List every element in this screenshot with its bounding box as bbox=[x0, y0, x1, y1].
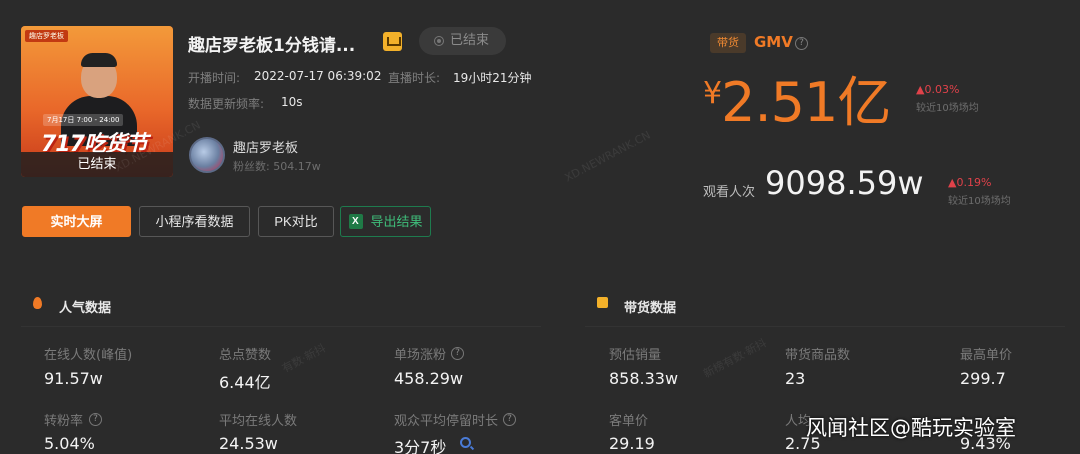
help-icon[interactable]: ? bbox=[89, 413, 102, 426]
export-results-label: 导出结果 bbox=[370, 214, 423, 229]
currency-symbol: ¥ bbox=[703, 76, 722, 111]
avg-order-value: 29.19 bbox=[609, 434, 655, 453]
conversion-rate-value: 5.04% bbox=[44, 434, 95, 453]
fans-gain-value: 458.29w bbox=[394, 369, 464, 388]
export-results-button[interactable]: 导出结果 bbox=[340, 206, 431, 237]
viewers-label: 观看人次 bbox=[703, 185, 756, 200]
status-dot-icon bbox=[434, 36, 444, 46]
credit-watermark: 风闻社区@酷玩实验室 bbox=[806, 416, 1016, 440]
peak-online-label: 在线人数(峰值) bbox=[44, 348, 133, 363]
duration-value: 19小时21分钟 bbox=[453, 71, 532, 85]
flame-icon bbox=[33, 297, 42, 309]
est-sales-label: 预估销量 bbox=[609, 348, 662, 363]
conversion-rate-label: 转粉率 bbox=[44, 414, 84, 429]
gmv-value: ¥2.51亿 bbox=[703, 58, 891, 137]
sales-section-title: 带货数据 bbox=[624, 301, 677, 316]
product-count-label: 带货商品数 bbox=[785, 348, 851, 363]
live-status-text: 已结束 bbox=[450, 33, 490, 48]
est-sales-value: 858.33w bbox=[609, 369, 679, 388]
total-likes-value: 6.44亿 bbox=[219, 373, 271, 392]
watermark: 有数·新抖 bbox=[279, 341, 329, 376]
shopping-bag-icon bbox=[597, 297, 608, 308]
avg-online-value: 24.53w bbox=[219, 434, 278, 453]
pk-compare-button[interactable]: PK对比 bbox=[258, 206, 334, 237]
popularity-divider bbox=[21, 326, 541, 327]
viewers-value: 9098.59w bbox=[765, 164, 924, 202]
max-price-label: 最高单价 bbox=[960, 348, 1013, 363]
product-count-value: 23 bbox=[785, 369, 806, 388]
refresh-rate-value: 10s bbox=[281, 95, 303, 109]
viewers-change: ▲0.19% bbox=[948, 176, 992, 189]
anchor-fans-count: 粉丝数: 504.17w bbox=[233, 160, 321, 173]
gmv-change-note: 较近10场场均 bbox=[916, 103, 979, 114]
live-status-pill: 已结束 bbox=[419, 27, 506, 55]
total-likes-label: 总点赞数 bbox=[219, 348, 272, 363]
realtime-screen-button[interactable]: 实时大屏 bbox=[22, 206, 131, 237]
cover-person-hair bbox=[81, 53, 117, 67]
avg-order-label: 客单价 bbox=[609, 414, 649, 429]
popularity-section-title: 人气数据 bbox=[59, 301, 112, 316]
gmv-amount: 2.51亿 bbox=[721, 71, 891, 134]
avg-stay-value: 3分7秒 bbox=[394, 438, 447, 454]
gmv-label: GMV bbox=[754, 33, 793, 51]
help-icon[interactable]: ? bbox=[451, 347, 464, 360]
start-time-value: 2022-07-17 06:39:02 bbox=[254, 69, 382, 83]
cover-date: 7月17日 7:00 - 24:00 bbox=[43, 114, 124, 126]
excel-icon bbox=[349, 214, 363, 229]
refresh-rate-label: 数据更新频率: bbox=[188, 97, 265, 111]
viewers-change-note: 较近10场场均 bbox=[948, 196, 1011, 207]
mini-program-button[interactable]: 小程序看数据 bbox=[139, 206, 250, 237]
anchor-avatar[interactable] bbox=[189, 137, 225, 173]
watermark: 新榜有数·新抖 bbox=[701, 336, 769, 381]
shopping-cart-icon bbox=[383, 32, 402, 51]
gmv-change: ▲0.03% bbox=[916, 83, 960, 96]
help-icon[interactable]: ? bbox=[503, 413, 516, 426]
search-icon[interactable] bbox=[460, 437, 471, 448]
duration-label: 直播时长: bbox=[388, 71, 441, 85]
anchor-name[interactable]: 趣店罗老板 bbox=[233, 137, 298, 156]
watermark: XD.NEWRANK.CN bbox=[562, 128, 653, 185]
max-price-value: 299.7 bbox=[960, 369, 1006, 388]
start-time-label: 开播时间: bbox=[188, 71, 241, 85]
avg-online-label: 平均在线人数 bbox=[219, 414, 298, 429]
peak-online-value: 91.57w bbox=[44, 369, 103, 388]
gmv-sales-tag: 带货 bbox=[710, 33, 746, 53]
fans-gain-label: 单场涨粉 bbox=[394, 348, 447, 363]
cover-tag: 趣店罗老板 bbox=[25, 30, 68, 42]
avg-stay-label: 观众平均停留时长 bbox=[394, 414, 499, 429]
help-icon[interactable]: ? bbox=[795, 37, 808, 50]
live-title[interactable]: 趣店罗老板1分钱请... bbox=[188, 31, 355, 56]
sales-divider bbox=[585, 326, 1065, 327]
